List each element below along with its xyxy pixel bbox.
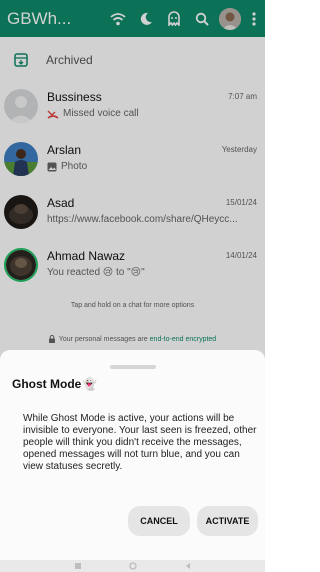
home-icon[interactable] (128, 562, 137, 570)
recents-icon[interactable] (74, 562, 82, 570)
sheet-body: While Ghost Mode is active, your actions… (23, 413, 257, 472)
back-icon[interactable] (184, 562, 192, 570)
activate-button[interactable]: ACTIVATE (197, 506, 258, 536)
cancel-button[interactable]: CANCEL (128, 506, 190, 536)
sheet-title-text: Ghost Mode (12, 377, 82, 391)
system-nav-bar (0, 560, 265, 572)
ghost-emoji: 👻 (82, 377, 98, 391)
sheet-drag-handle[interactable] (110, 365, 156, 369)
sheet-title: Ghost Mode 👻 (12, 377, 97, 391)
ghost-mode-sheet: Ghost Mode 👻 While Ghost Mode is active,… (0, 350, 265, 560)
